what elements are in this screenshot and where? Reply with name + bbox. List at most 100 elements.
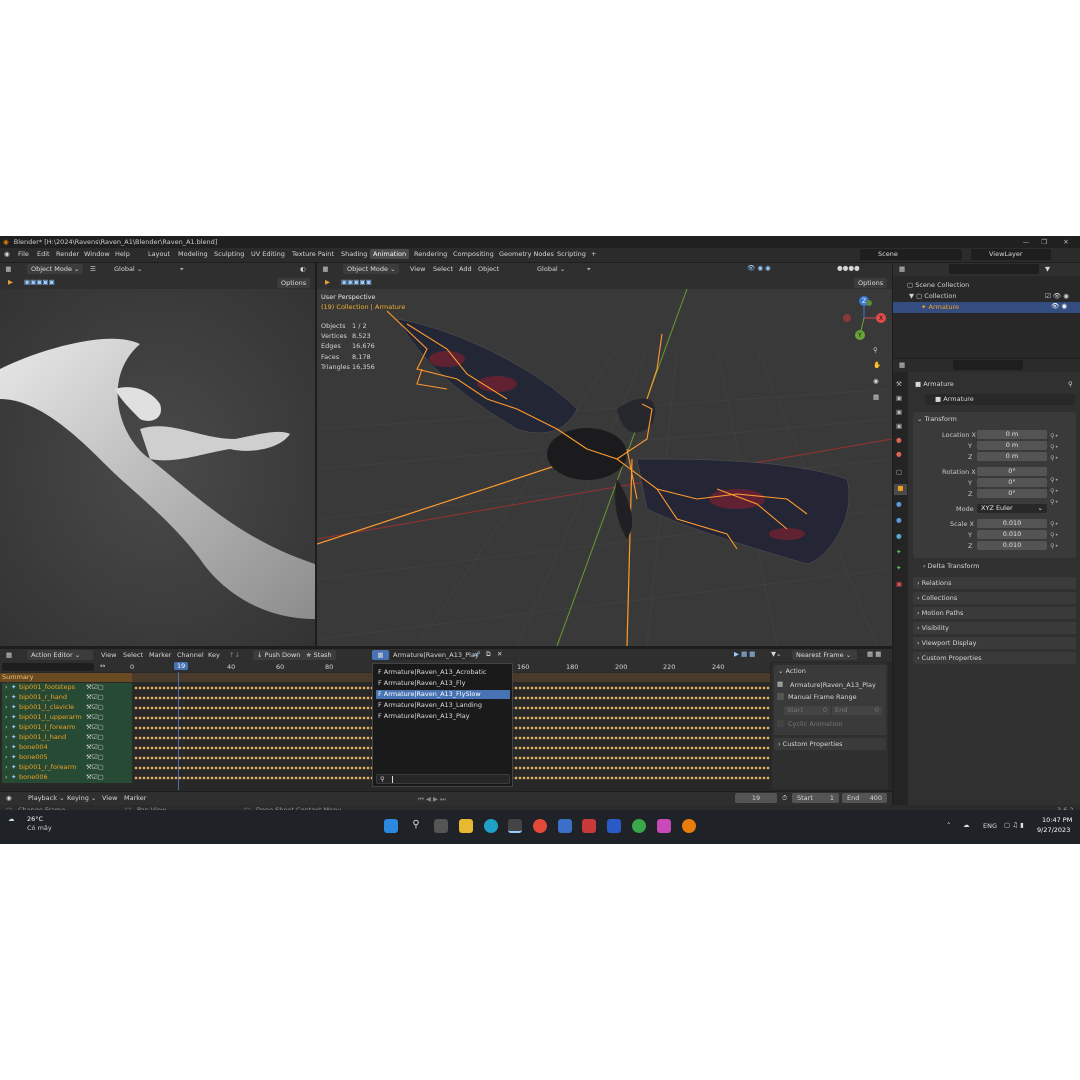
- edge-icon[interactable]: [484, 819, 498, 833]
- visibility-section[interactable]: › Visibility: [913, 622, 1076, 634]
- play-icon[interactable]: ▶: [8, 278, 13, 286]
- shading-mode-icons[interactable]: ●●●●: [837, 264, 860, 272]
- tab-shading[interactable]: Shading: [341, 250, 367, 258]
- channel-row[interactable]: › ✦ bip001_footsteps ⚒☑▢: [2, 683, 132, 693]
- stopwatch-icon[interactable]: ⏱: [782, 794, 787, 803]
- current-frame-field[interactable]: 19: [735, 793, 777, 803]
- snap-icon[interactable]: ⌖: [180, 265, 184, 274]
- action-option[interactable]: F Armature|Raven_A13_Landing: [376, 701, 510, 710]
- clock-date[interactable]: 9/27/2023: [1037, 826, 1070, 834]
- menu-edit[interactable]: Edit: [37, 250, 50, 258]
- chrome-profile-icon[interactable]: [632, 819, 646, 833]
- menu-help[interactable]: Help: [115, 250, 130, 258]
- channel-toggle-icons[interactable]: ⚒☑▢: [86, 763, 104, 771]
- channel-row[interactable]: › ✦ bip001_l_clavicle ⚒☑▢: [2, 703, 132, 713]
- tab-scripting[interactable]: Scripting: [557, 250, 586, 258]
- world-tab-icon[interactable]: ●: [896, 450, 902, 458]
- close-button[interactable]: ✕: [1057, 236, 1075, 248]
- search-taskbar-icon[interactable]: ⚲: [409, 819, 423, 833]
- left-viewport[interactable]: ▦ Object Mode ⌄ ☰ Global ⌄ ⌖ ◐ ▶ ▣▣▣▣▣ O…: [0, 263, 315, 646]
- navigation-gizmo[interactable]: X Y Z: [839, 293, 889, 343]
- tab-layout[interactable]: Layout: [148, 250, 170, 258]
- rotation-y-field[interactable]: 0°: [977, 478, 1047, 487]
- snap-dropdown[interactable]: Nearest Frame ⌄: [792, 650, 857, 660]
- properties-search-input[interactable]: [953, 360, 1023, 370]
- snipping-tool-icon[interactable]: [508, 819, 522, 833]
- pin-icon[interactable]: ⚲: [1068, 380, 1073, 388]
- viewport-menu-object[interactable]: Object: [478, 265, 499, 273]
- clock-time[interactable]: 10:47 PM: [1042, 816, 1072, 824]
- push-down-button[interactable]: ↓ Push Down: [253, 650, 305, 660]
- motion-paths-section[interactable]: › Motion Paths: [913, 607, 1076, 619]
- app-icon-pink[interactable]: [657, 819, 671, 833]
- channel-toggle-icons[interactable]: ⚒☑▢: [86, 753, 104, 761]
- proportional-icon[interactable]: ▦ ▦: [867, 650, 881, 658]
- only-selected-icon[interactable]: ▶ ▦ ▦: [734, 650, 755, 658]
- tab-geometry-nodes[interactable]: Geometry Nodes: [499, 250, 554, 258]
- viewport-orientation-dropdown[interactable]: Global ⌄: [537, 265, 565, 273]
- left-options-button[interactable]: Options: [277, 278, 311, 288]
- expand-icon[interactable]: ›: [5, 753, 8, 761]
- data-tab-icon[interactable]: ✦: [896, 548, 901, 556]
- cyclic-checkbox[interactable]: [777, 720, 784, 727]
- outliner-editor-icon[interactable]: ▦: [899, 265, 905, 273]
- rotation-x-field[interactable]: 0°: [977, 467, 1047, 476]
- tray-chevron-icon[interactable]: ⌃: [946, 821, 951, 829]
- expand-icon[interactable]: ›: [5, 763, 8, 771]
- particles-tab-icon[interactable]: ●: [896, 516, 902, 524]
- weather-icon[interactable]: ☁: [8, 815, 15, 823]
- channel-toggle-icons[interactable]: ⚒☑▢: [86, 683, 104, 691]
- action-option[interactable]: F Armature|Raven_A13_Play: [376, 712, 510, 721]
- visibility-gizmo-icons[interactable]: 👁 ◉ ◉: [747, 264, 771, 272]
- playback-controls-icons[interactable]: ⏮ ◀ ▶ ⏭: [418, 795, 446, 804]
- scale-z-field[interactable]: 0.010: [977, 541, 1047, 550]
- filter-icon[interactable]: ▼: [1045, 265, 1050, 273]
- outliner-search-input[interactable]: [949, 264, 1039, 274]
- scale-x-field[interactable]: 0.010: [977, 519, 1047, 528]
- output-tab-icon[interactable]: ▣: [896, 408, 902, 416]
- viewport-menu-add[interactable]: Add: [459, 265, 472, 273]
- action-option[interactable]: F Armature|Raven_A13_Acrobatic: [376, 668, 510, 677]
- channel-toggle-icons[interactable]: ⚒☑▢: [86, 703, 104, 711]
- expand-icon[interactable]: ›: [5, 713, 8, 721]
- tree-scene-collection[interactable]: ▢ Scene Collection: [907, 281, 969, 289]
- action-panel-header[interactable]: ⌄ Action: [778, 667, 806, 675]
- object-tab-icon[interactable]: ■: [894, 484, 907, 495]
- viewport-play-icon[interactable]: ▶: [325, 278, 330, 286]
- scale-y-field[interactable]: 0.010: [977, 530, 1047, 539]
- channel-row[interactable]: › ✦ bone005 ⚒☑▢: [2, 753, 132, 763]
- camera-icon[interactable]: ◉: [873, 377, 879, 385]
- stash-button[interactable]: ✯ Stash: [302, 650, 336, 660]
- viewport-select-icons[interactable]: ▣▣▣▣▣: [341, 278, 372, 286]
- channel-toggle-icons[interactable]: ⚒☑▢: [86, 733, 104, 741]
- task-view-icon[interactable]: [434, 819, 448, 833]
- grid-icon[interactable]: ▦: [873, 393, 879, 401]
- expand-icon[interactable]: ›: [5, 773, 8, 781]
- expand-icon[interactable]: ›: [5, 723, 8, 731]
- scene-selector[interactable]: Scene: [860, 249, 962, 260]
- tab-sculpting[interactable]: Sculpting: [214, 250, 244, 258]
- ae-menu-select[interactable]: Select: [123, 651, 143, 659]
- viewport-display-section[interactable]: › Viewport Display: [913, 637, 1076, 649]
- action-browse-icon[interactable]: ▦: [372, 650, 389, 660]
- constraint-tab-icon[interactable]: ▣: [896, 580, 902, 588]
- armature-visibility-icons[interactable]: 👁 ◉: [1051, 302, 1067, 310]
- tab-animation[interactable]: Animation: [370, 249, 410, 259]
- channel-row[interactable]: › ✦ bip001_l_hand ⚒☑▢: [2, 733, 132, 743]
- tl-menu-playback[interactable]: Playback ⌄: [28, 794, 65, 802]
- start-menu-icon[interactable]: [384, 819, 398, 833]
- ae-menu-view[interactable]: View: [101, 651, 116, 659]
- network-volume-icons[interactable]: ▢ ♫ ▮: [1004, 821, 1024, 829]
- unlink-action-icon[interactable]: ✕: [497, 650, 502, 658]
- object-name-field[interactable]: ■ Armature: [925, 394, 1075, 405]
- chrome-icon[interactable]: [533, 819, 547, 833]
- add-workspace-icon[interactable]: +: [591, 250, 596, 258]
- left-orientation-dropdown[interactable]: Global ⌄: [114, 265, 142, 273]
- expand-icon[interactable]: ›: [5, 683, 8, 691]
- tab-modeling[interactable]: Modeling: [178, 250, 208, 258]
- action-custom-properties[interactable]: › Custom Properties: [774, 738, 886, 750]
- minimize-button[interactable]: —: [1017, 236, 1035, 248]
- channel-toggle-icons[interactable]: ⚒☑▢: [86, 723, 104, 731]
- channel-toggle-icons[interactable]: ⚒☑▢: [86, 743, 104, 751]
- tool-tab-icon[interactable]: ⚒: [896, 380, 902, 388]
